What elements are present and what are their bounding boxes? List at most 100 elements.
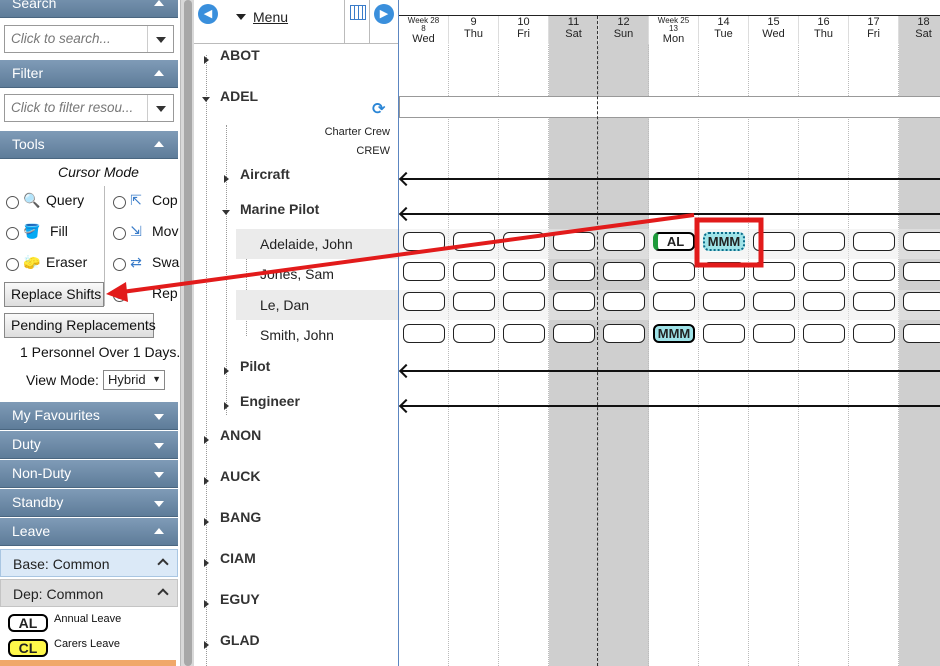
person-row[interactable]: Smith, John — [236, 320, 398, 350]
empty-shift-slot[interactable] — [853, 232, 895, 251]
empty-shift-slot[interactable] — [753, 292, 795, 311]
day-header[interactable]: 16 Thu — [799, 16, 849, 44]
filter-input[interactable]: Click to filter resou... — [4, 94, 174, 122]
shift-mmm[interactable]: MMM — [703, 232, 745, 251]
empty-shift-slot[interactable] — [553, 292, 595, 311]
swap-mode-radio[interactable] — [113, 258, 126, 271]
tree-group-marine-pilot[interactable]: Marine Pilot — [240, 201, 319, 217]
chevron-down-icon[interactable] — [147, 26, 173, 52]
empty-shift-slot[interactable] — [803, 232, 845, 251]
search-section-header[interactable]: Search — [0, 0, 178, 18]
shift-mmm[interactable]: MMM — [653, 324, 695, 343]
duty-section-header[interactable]: Duty — [0, 431, 178, 459]
tree-base-ciam[interactable]: CIAM — [220, 550, 256, 566]
tree-group-aircraft[interactable]: Aircraft — [240, 166, 290, 182]
splitter-grip[interactable] — [184, 0, 192, 666]
expand-ciam-toggle[interactable] — [204, 559, 209, 567]
tree-group-pilot[interactable]: Pilot — [240, 358, 270, 374]
collapse-marine-pilot-toggle[interactable] — [222, 210, 230, 215]
day-header[interactable]: 9 Thu — [449, 16, 499, 44]
empty-shift-slot[interactable] — [903, 324, 940, 343]
filter-section-header[interactable]: Filter — [0, 60, 178, 88]
person-row[interactable]: Adelaide, John — [236, 229, 398, 259]
empty-shift-slot[interactable] — [503, 292, 545, 311]
copy-mode-radio[interactable] — [113, 196, 126, 209]
person-row[interactable]: Le, Dan — [236, 290, 398, 320]
expand-anon-toggle[interactable] — [204, 436, 209, 444]
empty-shift-slot[interactable] — [603, 232, 645, 251]
empty-shift-slot[interactable] — [753, 232, 795, 251]
empty-shift-slot[interactable] — [753, 324, 795, 343]
expand-aircraft-toggle[interactable] — [224, 175, 229, 183]
empty-shift-slot[interactable] — [903, 232, 940, 251]
empty-shift-slot[interactable] — [853, 262, 895, 281]
day-header[interactable]: 18 Sat — [899, 16, 940, 44]
expand-bang-toggle[interactable] — [204, 518, 209, 526]
move-mode-radio[interactable] — [113, 227, 126, 240]
person-row[interactable]: Jones, Sam — [236, 259, 398, 289]
calendar-button[interactable] — [344, 0, 370, 44]
chevron-down-icon[interactable] — [147, 95, 173, 121]
day-header[interactable]: 12 Sun — [599, 16, 649, 44]
day-header[interactable]: 11 Sat — [549, 16, 599, 44]
expand-engineer-toggle[interactable] — [224, 402, 229, 410]
tree-base-bang[interactable]: BANG — [220, 509, 261, 525]
empty-shift-slot[interactable] — [553, 262, 595, 281]
menu-button[interactable]: Menu — [253, 9, 288, 25]
leave-code-cl[interactable]: CL — [8, 639, 48, 657]
menu-dropdown-icon[interactable] — [236, 14, 246, 20]
empty-shift-slot[interactable] — [603, 292, 645, 311]
empty-shift-slot[interactable] — [453, 324, 495, 343]
empty-shift-slot[interactable] — [553, 324, 595, 343]
empty-shift-slot[interactable] — [603, 262, 645, 281]
query-mode-radio[interactable] — [6, 196, 19, 209]
non-duty-section-header[interactable]: Non-Duty — [0, 460, 178, 488]
empty-shift-slot[interactable] — [653, 262, 695, 281]
empty-shift-slot[interactable] — [503, 324, 545, 343]
leave-section-header[interactable]: Leave — [0, 518, 178, 546]
empty-shift-slot[interactable] — [903, 262, 940, 281]
search-input[interactable]: Click to search... — [4, 25, 174, 53]
expand-eguy-toggle[interactable] — [204, 600, 209, 608]
empty-shift-slot[interactable] — [603, 324, 645, 343]
empty-shift-slot[interactable] — [403, 232, 445, 251]
my-favourites-section-header[interactable]: My Favourites — [0, 402, 178, 430]
expand-glad-toggle[interactable] — [204, 641, 209, 649]
tree-group-engineer[interactable]: Engineer — [240, 393, 300, 409]
empty-shift-slot[interactable] — [853, 292, 895, 311]
fill-mode-radio[interactable] — [6, 227, 19, 240]
empty-shift-slot[interactable] — [503, 232, 545, 251]
dep-common-group[interactable]: Dep: Common — [0, 579, 178, 607]
empty-shift-slot[interactable] — [653, 292, 695, 311]
refresh-icon[interactable]: ⟳ — [372, 99, 385, 119]
expand-auck-toggle[interactable] — [204, 477, 209, 485]
empty-shift-slot[interactable] — [803, 292, 845, 311]
empty-shift-slot[interactable] — [853, 324, 895, 343]
empty-shift-slot[interactable] — [753, 262, 795, 281]
expand-pilot-toggle[interactable] — [224, 367, 229, 375]
eraser-mode-radio[interactable] — [6, 258, 19, 271]
replace-shifts-button[interactable]: Replace Shifts — [4, 282, 104, 307]
empty-shift-slot[interactable] — [503, 262, 545, 281]
day-header[interactable]: 14 Tue — [699, 16, 749, 44]
empty-shift-slot[interactable] — [553, 232, 595, 251]
shift-al[interactable]: AL — [653, 232, 695, 251]
empty-shift-slot[interactable] — [453, 262, 495, 281]
collapse-adel-toggle[interactable] — [202, 97, 210, 102]
standby-section-header[interactable]: Standby — [0, 489, 178, 517]
view-mode-select[interactable]: Hybrid ▼ — [103, 370, 165, 390]
day-header[interactable]: 17 Fri — [849, 16, 899, 44]
empty-shift-slot[interactable] — [803, 262, 845, 281]
previous-icon[interactable]: ◀ — [198, 4, 218, 24]
tree-base-eguy[interactable]: EGUY — [220, 591, 260, 607]
empty-shift-slot[interactable] — [453, 292, 495, 311]
tree-base-anon[interactable]: ANON — [220, 427, 261, 443]
replace-mode-radio[interactable] — [113, 289, 126, 302]
pending-replacements-button[interactable]: Pending Replacements — [4, 313, 156, 338]
tree-base-glad[interactable]: GLAD — [220, 632, 260, 648]
empty-shift-slot[interactable] — [703, 292, 745, 311]
tree-base-abot[interactable]: ABOT — [220, 47, 260, 63]
day-header[interactable]: 10 Fri — [499, 16, 549, 44]
panel-splitter[interactable] — [180, 0, 194, 666]
expand-abot-toggle[interactable] — [204, 56, 209, 64]
